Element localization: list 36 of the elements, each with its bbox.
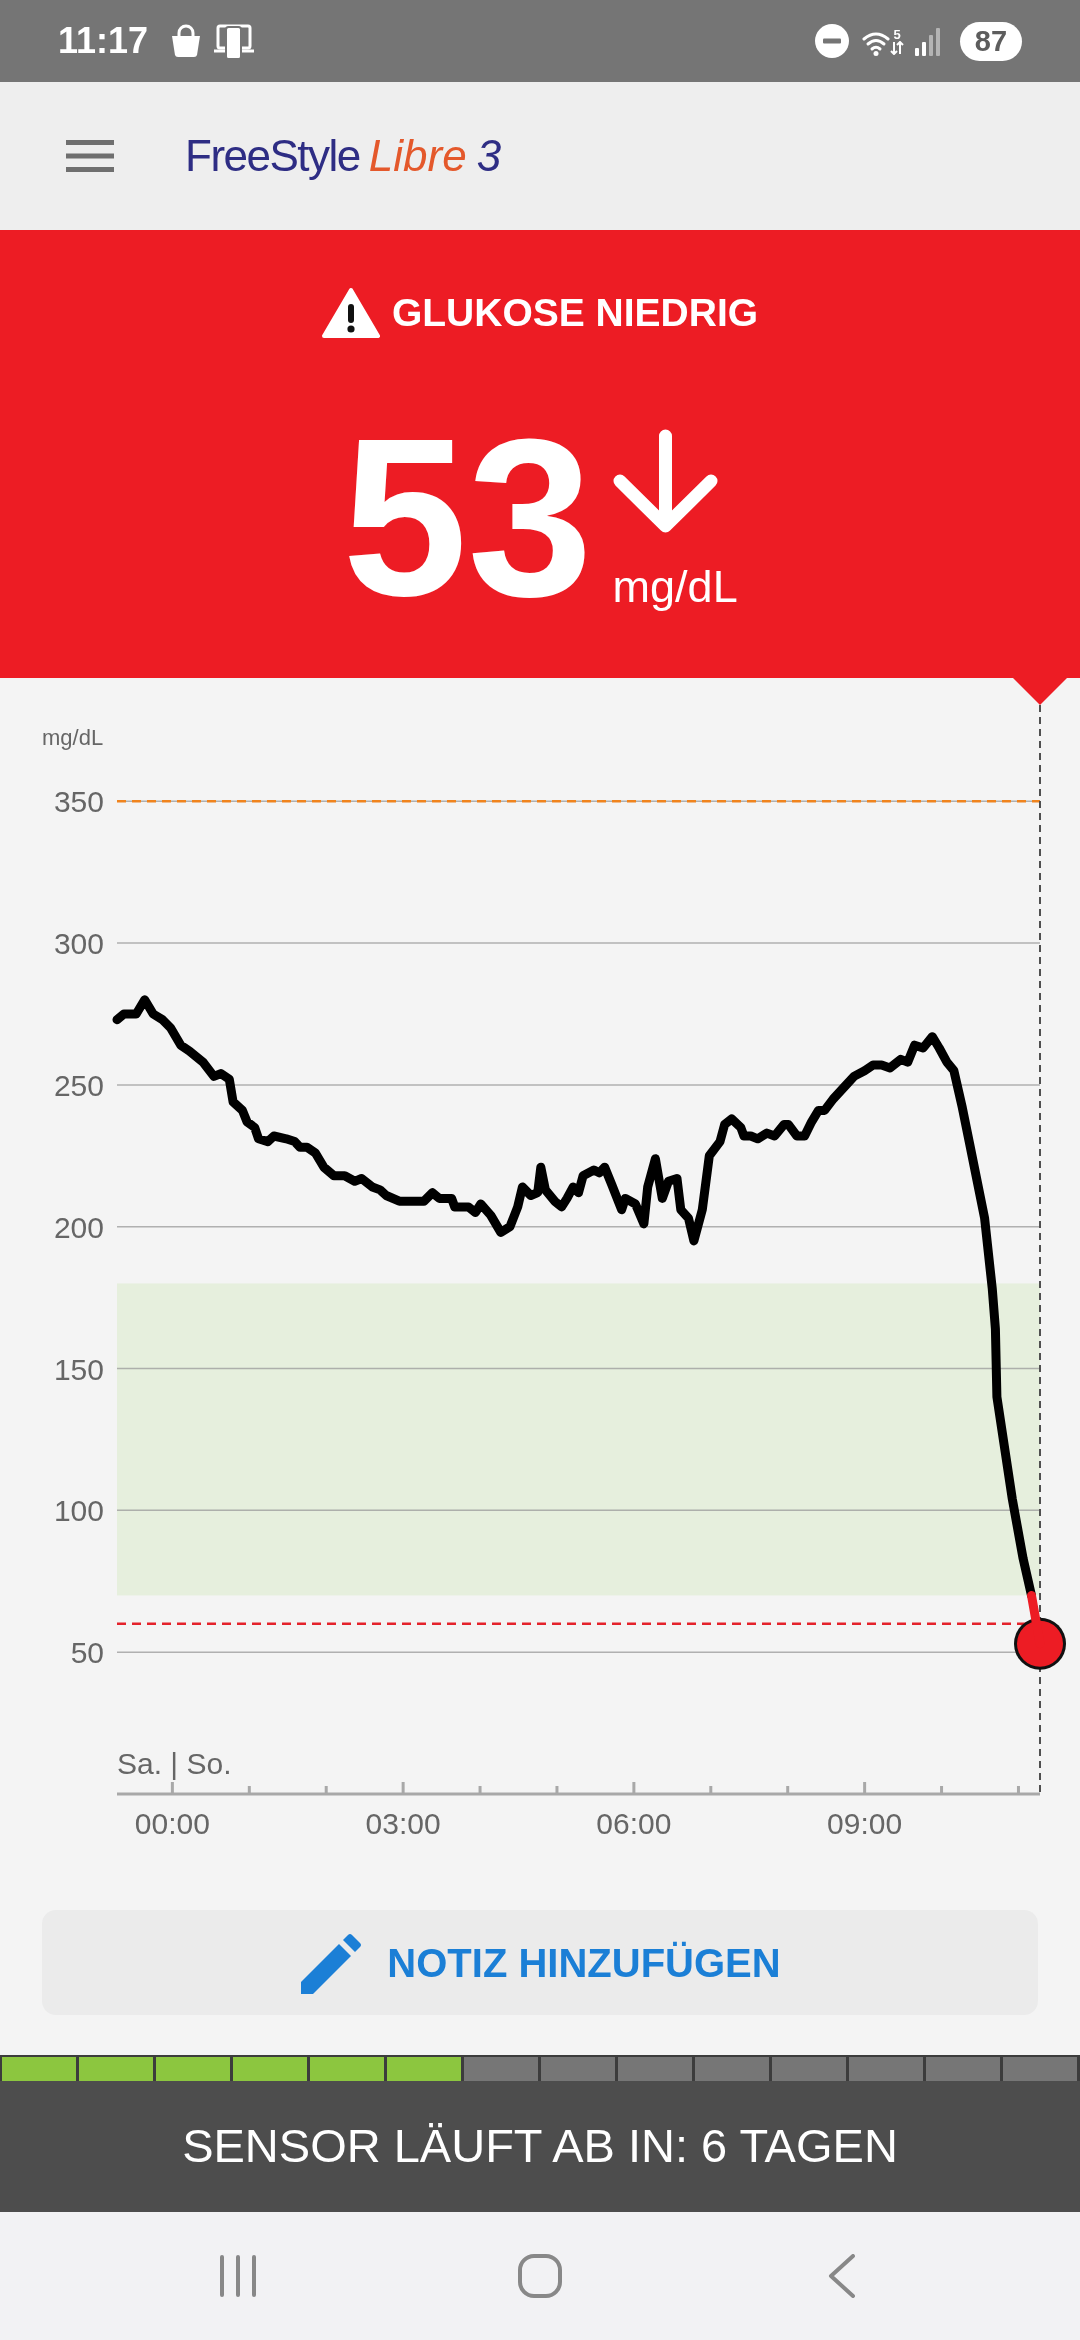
shopping-bag-icon <box>170 24 203 58</box>
current-reading-dot <box>1014 1617 1066 1670</box>
add-note-button[interactable]: NOTIZ HINZUFÜGEN <box>42 1910 1038 2015</box>
alert-title: GLUKOSE NIEDRIG <box>391 289 759 336</box>
down-arrow-icon <box>612 429 718 534</box>
home-icon[interactable] <box>518 2254 562 2298</box>
wifi-icon <box>862 30 890 56</box>
recent-apps-icon[interactable] <box>218 2255 258 2297</box>
wifi-standard-label: 5 <box>893 27 901 41</box>
unit-label: mg/dL <box>612 564 738 609</box>
app-logo: FreeStyle Libre 3 <box>185 131 502 181</box>
menu-icon[interactable] <box>66 140 114 172</box>
y-axis-label: 200 <box>53 1210 104 1244</box>
day-label: Sa. | So. <box>117 1747 232 1780</box>
signal-icon <box>914 26 942 56</box>
y-axis-label: 50 <box>70 1636 104 1670</box>
pencil-icon <box>299 1931 364 1994</box>
battery-indicator: 87 <box>960 21 1022 61</box>
x-axis-label: 03:00 <box>365 1807 441 1840</box>
x-axis-label: 09:00 <box>827 1807 903 1840</box>
y-axis-label: 150 <box>53 1352 104 1386</box>
data-arrows-icon <box>890 40 904 55</box>
clock-time: 11:17 <box>58 23 149 59</box>
phone-screen-icon <box>214 22 255 60</box>
y-axis-label: 100 <box>53 1494 104 1528</box>
axis-unit-label: mg/dL <box>42 725 104 750</box>
do-not-disturb-icon <box>815 24 849 58</box>
y-axis-label: 300 <box>53 927 104 961</box>
y-axis-label: 350 <box>53 785 104 819</box>
glucose-value: 53 <box>342 405 593 630</box>
warning-icon <box>321 287 380 339</box>
x-axis-label: 00:00 <box>134 1807 210 1840</box>
x-axis-label: 06:00 <box>596 1807 672 1840</box>
back-icon[interactable] <box>828 2254 856 2298</box>
y-axis-label: 250 <box>53 1068 104 1102</box>
sensor-expiry-text: SENSOR LÄUFT AB IN: 6 TAGEN <box>182 2118 898 2175</box>
